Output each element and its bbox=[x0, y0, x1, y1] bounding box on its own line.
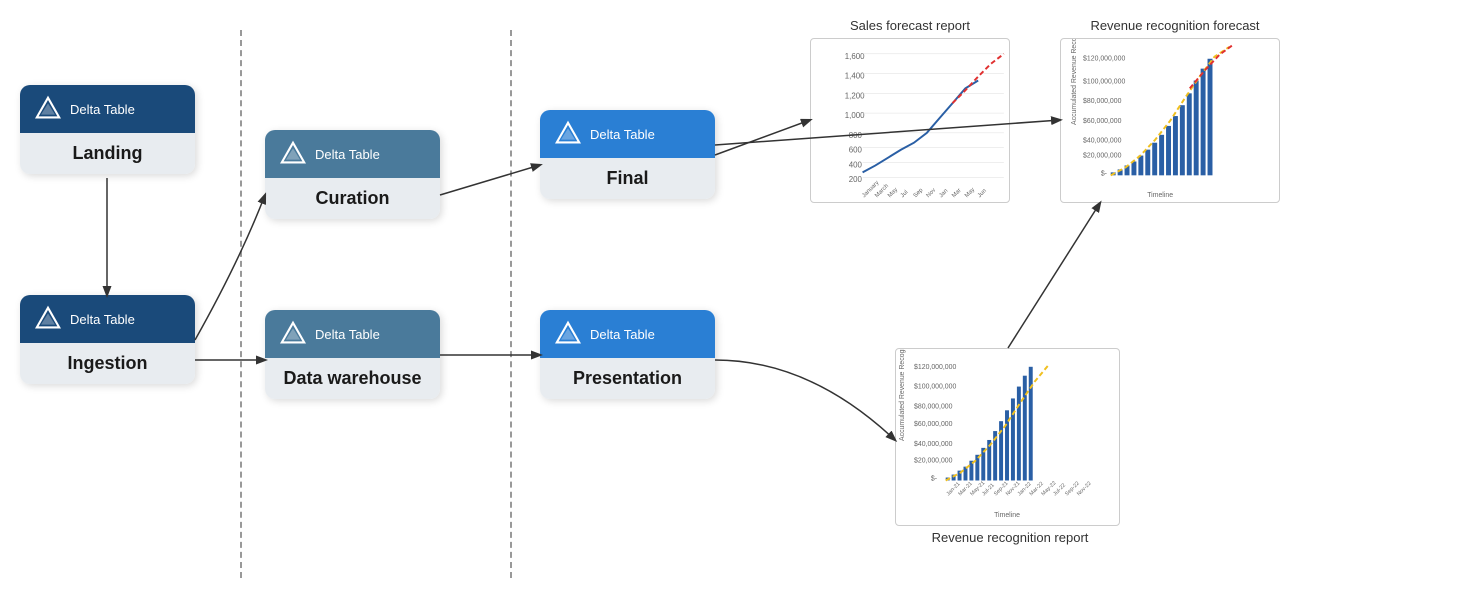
delta-logo-ingestion bbox=[34, 305, 62, 333]
revenue-report-chart: Accumulated Revenue Recognition $120,000… bbox=[895, 348, 1120, 526]
revenue-forecast-title: Revenue recognition forecast bbox=[1060, 18, 1290, 33]
svg-text:$60,000,000: $60,000,000 bbox=[1083, 118, 1122, 125]
delta-logo-landing bbox=[34, 95, 62, 123]
svg-text:Jan: Jan bbox=[938, 188, 949, 199]
svg-text:400: 400 bbox=[849, 160, 863, 169]
delta-logo-curation bbox=[279, 140, 307, 168]
delta-logo-presentation bbox=[554, 320, 582, 348]
landing-header-label: Delta Table bbox=[70, 102, 135, 117]
divider-1 bbox=[240, 30, 242, 578]
dw-label: Data warehouse bbox=[265, 358, 440, 399]
final-label: Final bbox=[540, 158, 715, 199]
svg-text:$120,000,000: $120,000,000 bbox=[1083, 56, 1125, 63]
delta-logo-dw bbox=[279, 320, 307, 348]
svg-text:Sep: Sep bbox=[913, 187, 925, 199]
ingestion-label: Ingestion bbox=[20, 343, 195, 384]
svg-text:$20,000,000: $20,000,000 bbox=[1083, 153, 1122, 160]
revenue-report-title: Revenue recognition report bbox=[895, 530, 1125, 545]
svg-text:May: May bbox=[887, 187, 899, 199]
svg-text:$80,000,000: $80,000,000 bbox=[914, 403, 953, 410]
datawarehouse-node: Delta Table Data warehouse bbox=[265, 310, 440, 399]
delta-logo-final bbox=[554, 120, 582, 148]
sales-forecast-chart: 1,600 1,400 1,200 1,000 800 600 400 200 … bbox=[810, 38, 1010, 203]
revenue-report-svg: Accumulated Revenue Recognition $120,000… bbox=[896, 349, 1119, 525]
divider-2 bbox=[510, 30, 512, 578]
sales-forecast-title: Sales forecast report bbox=[810, 18, 1010, 33]
svg-text:600: 600 bbox=[849, 146, 863, 155]
presentation-label: Presentation bbox=[540, 358, 715, 399]
landing-node: Delta Table Landing bbox=[20, 85, 195, 174]
svg-text:Accumulated Revenue Recognitio: Accumulated Revenue Recognition bbox=[899, 349, 906, 441]
svg-text:200: 200 bbox=[849, 175, 863, 184]
revenue-forecast-chart: Accumulated Revenue Recognition $120,000… bbox=[1060, 38, 1280, 203]
svg-text:Timeline: Timeline bbox=[1147, 192, 1173, 199]
landing-label: Landing bbox=[20, 133, 195, 174]
svg-text:Jun: Jun bbox=[977, 188, 988, 199]
ingestion-header-label: Delta Table bbox=[70, 312, 135, 327]
svg-text:$60,000,000: $60,000,000 bbox=[914, 421, 953, 428]
revenue-forecast-svg: Accumulated Revenue Recognition $120,000… bbox=[1061, 39, 1279, 202]
curation-label: Curation bbox=[265, 178, 440, 219]
presentation-header-label: Delta Table bbox=[590, 327, 655, 342]
svg-text:800: 800 bbox=[849, 131, 863, 140]
curation-node: Delta Table Curation bbox=[265, 130, 440, 219]
svg-text:1,000: 1,000 bbox=[845, 111, 865, 120]
diagram-canvas: Delta Table Landing Delta Table Ingestio… bbox=[0, 0, 1465, 608]
svg-text:$40,000,000: $40,000,000 bbox=[1083, 138, 1122, 145]
final-header-label: Delta Table bbox=[590, 127, 655, 142]
svg-text:$-: $- bbox=[931, 476, 937, 483]
svg-text:1,600: 1,600 bbox=[845, 52, 865, 61]
sales-forecast-svg: 1,600 1,400 1,200 1,000 800 600 400 200 … bbox=[811, 39, 1009, 202]
final-node: Delta Table Final bbox=[540, 110, 715, 199]
svg-text:Mar: Mar bbox=[951, 188, 962, 199]
svg-text:$120,000,000: $120,000,000 bbox=[914, 364, 956, 371]
svg-text:1,400: 1,400 bbox=[845, 72, 865, 81]
svg-text:$-: $- bbox=[1101, 170, 1107, 177]
curation-header-label: Delta Table bbox=[315, 147, 380, 162]
ingestion-node: Delta Table Ingestion bbox=[20, 295, 195, 384]
svg-text:$20,000,000: $20,000,000 bbox=[914, 458, 953, 465]
svg-text:Timeline: Timeline bbox=[994, 512, 1020, 519]
svg-text:1,200: 1,200 bbox=[845, 91, 865, 100]
svg-text:$80,000,000: $80,000,000 bbox=[1083, 98, 1122, 105]
presentation-node: Delta Table Presentation bbox=[540, 310, 715, 399]
svg-text:Jul: Jul bbox=[900, 190, 910, 200]
svg-text:$100,000,000: $100,000,000 bbox=[1083, 78, 1125, 85]
svg-text:$40,000,000: $40,000,000 bbox=[914, 441, 953, 448]
svg-text:$100,000,000: $100,000,000 bbox=[914, 384, 956, 391]
svg-text:May: May bbox=[964, 187, 976, 199]
svg-text:Nov: Nov bbox=[926, 187, 938, 199]
dw-header-label: Delta Table bbox=[315, 327, 380, 342]
svg-text:Accumulated Revenue Recognitio: Accumulated Revenue Recognition bbox=[1071, 39, 1078, 125]
